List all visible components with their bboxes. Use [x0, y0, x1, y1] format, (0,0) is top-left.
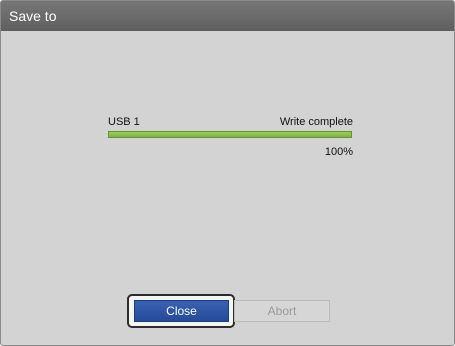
- close-button[interactable]: Close: [134, 300, 229, 322]
- write-progress-bar: [108, 131, 352, 138]
- dialog-titlebar: Save to: [1, 1, 454, 31]
- progress-percent-label: 100%: [324, 146, 353, 158]
- write-status-label: Write complete: [279, 116, 353, 128]
- write-progress-fill: [109, 132, 351, 137]
- dialog-title: Save to: [9, 8, 57, 24]
- abort-button: Abort: [234, 300, 330, 322]
- save-to-dialog: Save to USB 1 Write complete 100% Close …: [0, 0, 455, 346]
- device-name-label: USB 1: [108, 116, 140, 128]
